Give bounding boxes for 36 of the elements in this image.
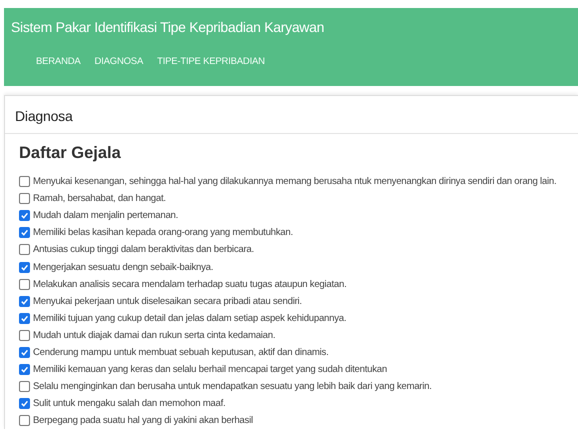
checkbox[interactable] (19, 262, 30, 273)
symptom-label: Melakukan analisis secara mendalam terhadap suatu tugas ataupun kegiatan. (33, 278, 346, 290)
symptom-label: Menyukai kesenangan, sehingga hal-hal yang dilakukannya memang berusaha ntuk menyenangkan dirinya sendiri dan orang lain. (33, 176, 556, 188)
symptom-label: Mengerjakan sesuatu dengn sebaik-baiknya. (33, 262, 214, 273)
checkbox[interactable] (19, 312, 30, 324)
checkbox[interactable] (19, 398, 30, 410)
checkbox[interactable] (19, 296, 30, 307)
checkbox[interactable] (19, 244, 30, 256)
symptom-label: Sulit untuk mengaku salah dan memohon maaf. (33, 398, 226, 410)
checkbox[interactable] (19, 278, 30, 290)
symptom-label: Memiliki belas kasihan kepada orang-orang yang membutuhkan. (33, 227, 293, 238)
nav-link[interactable]: BERANDA (36, 56, 81, 67)
nav-link[interactable]: TIPE-TIPE KEPRIBADIAN (157, 56, 265, 67)
checkbox[interactable] (19, 176, 30, 188)
checkbox[interactable] (19, 193, 30, 204)
checkbox[interactable] (19, 415, 30, 426)
symptom-label: Mudah dalam menjalin pertemanan. (33, 210, 178, 222)
nav-link[interactable]: DIAGNOSA (94, 56, 144, 67)
symptom-label: Mudah untuk diajak damai dan rukun serta cinta kedamaian. (33, 330, 276, 341)
section-heading: Daftar Gejala (19, 144, 122, 163)
checkbox[interactable] (19, 330, 30, 341)
checkbox[interactable] (19, 381, 30, 392)
symptom-label: Antusias cukup tinggi dalam beraktivitas dan berbicara. (33, 244, 254, 256)
symptom-label: Ramah, bersahabat, dan hangat. (33, 193, 166, 204)
symptom-label: Memiliki kemauan yang keras dan selalu berhail mencapai target yang sudah ditentukan (33, 364, 387, 376)
site-title: Sistem Pakar Identifikasi Tipe Kepribadian Karyawan (11, 19, 326, 35)
symptom-label: Selalu menginginkan dan berusaha untuk mendapatkan sesuatu yang lebih baik dari yang kemarin. (33, 381, 432, 392)
checkbox[interactable] (19, 364, 30, 376)
symptom-label: Menyukai pekerjaan untuk diselesaikan secara pribadi atau sendiri. (33, 296, 302, 307)
checkbox[interactable] (19, 227, 30, 238)
symptom-label: Memiliki tujuan yang cukup detail dan jelas dalam setiap aspek kehidupannya. (33, 312, 346, 324)
card-title: Diagnosa (5, 96, 578, 134)
checkbox[interactable] (19, 210, 30, 222)
checkbox[interactable] (19, 346, 30, 358)
symptom-label: Cenderung mampu untuk membuat sebuah keputusan, aktif dan dinamis. (33, 346, 328, 358)
symptom-label: Berpegang pada suatu hal yang di yakini akan berhasil (33, 415, 253, 426)
